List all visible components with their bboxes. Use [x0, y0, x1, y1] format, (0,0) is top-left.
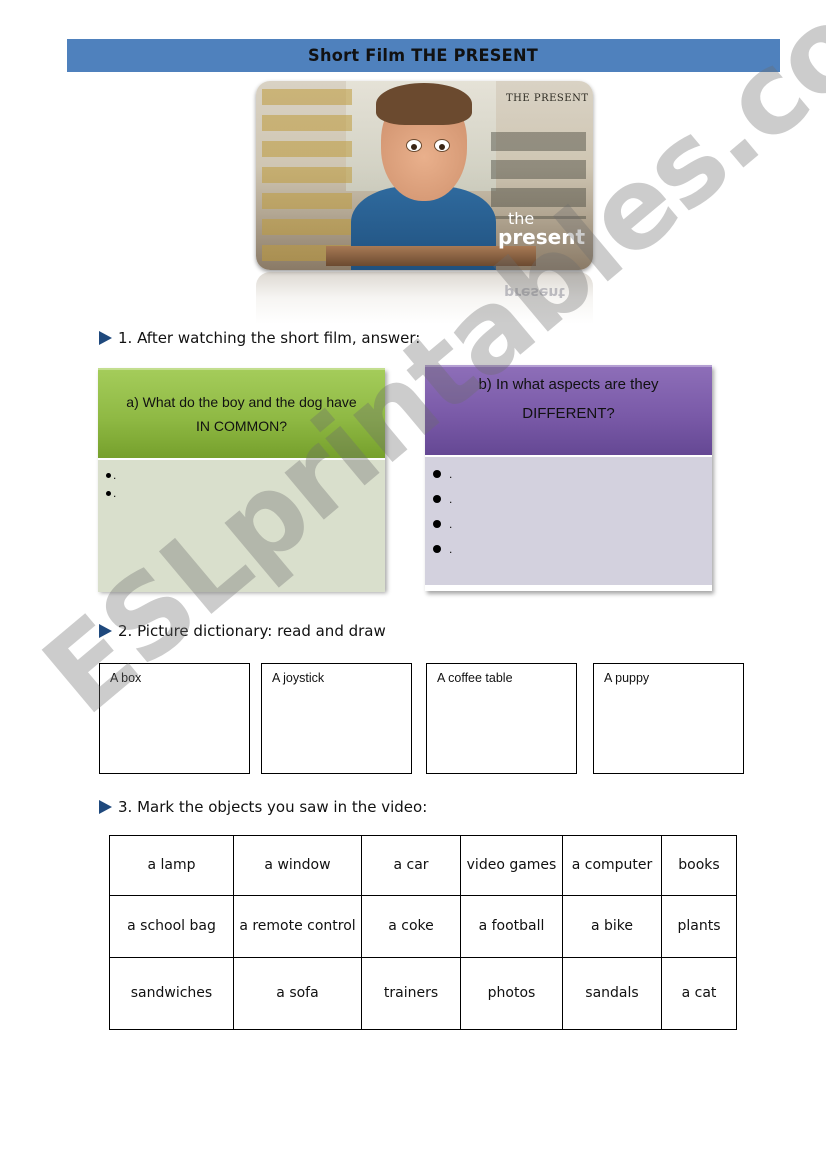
box-on-table — [326, 246, 536, 266]
question-a-box: a) What do the boy and the dog have IN C… — [98, 368, 385, 592]
object-cell[interactable]: a sofa — [233, 957, 362, 1030]
boy-eye-right — [434, 139, 450, 152]
section-3-heading-text: 3. Mark the objects you saw in the video… — [118, 798, 428, 816]
object-cell[interactable]: sandwiches — [109, 957, 234, 1030]
question-a-header: a) What do the boy and the dog have IN C… — [98, 368, 385, 458]
draw-box-label: A box — [110, 671, 142, 685]
answer-bullet[interactable]: . — [433, 461, 712, 486]
object-cell[interactable]: a football — [460, 895, 563, 958]
answer-bullet[interactable]: . — [433, 536, 712, 561]
answer-bullet[interactable]: . — [433, 486, 712, 511]
object-cell[interactable]: a computer — [562, 835, 662, 896]
draw-box-box[interactable]: A box — [99, 663, 250, 774]
question-a-line2: IN COMMON? — [196, 418, 287, 434]
bullet-dot-icon — [106, 472, 111, 478]
section-3-heading: 3. Mark the objects you saw in the video… — [99, 798, 427, 816]
question-b-box: b) In what aspects are they DIFFERENT? .… — [425, 365, 712, 591]
draw-box-coffee-table[interactable]: A coffee table — [426, 663, 577, 774]
bullet-dot-icon — [433, 494, 441, 503]
bullet-text: . — [449, 466, 453, 481]
object-cell[interactable]: trainers — [361, 957, 461, 1030]
arrow-bullet-icon — [99, 624, 112, 638]
section-2-heading-text: 2. Picture dictionary: read and draw — [118, 622, 386, 640]
poster-logo: the present — [498, 211, 586, 249]
object-cell[interactable]: plants — [661, 895, 737, 958]
question-b-header: b) In what aspects are they DIFFERENT? — [425, 365, 712, 455]
draw-box-label: A coffee table — [437, 671, 513, 685]
bullet-text: . — [449, 541, 453, 556]
arrow-bullet-icon — [99, 800, 112, 814]
question-b-line1: b) In what aspects are they — [478, 376, 659, 393]
question-a-answer-area[interactable]: . . — [98, 460, 385, 592]
poster-logo-present: present — [498, 225, 586, 249]
title-bar: Short Film THE PRESENT — [67, 39, 780, 72]
section-2-heading: 2. Picture dictionary: read and draw — [99, 622, 386, 640]
object-cell[interactable]: a lamp — [109, 835, 234, 896]
section-1-heading-text: 1. After watching the short film, answer… — [118, 329, 421, 347]
reflection-text: present — [504, 284, 565, 300]
table-row: a lamp a window a car video games a computer… — [109, 835, 737, 896]
laurels-left-icon — [262, 85, 352, 265]
draw-box-label: A joystick — [272, 671, 325, 685]
table-row: a school bag a remote control a coke a foot… — [109, 895, 737, 958]
object-cell[interactable]: a remote control — [233, 895, 362, 958]
object-cell[interactable]: video games — [460, 835, 563, 896]
question-a-line1: a) What do the boy and the dog have — [126, 394, 357, 410]
question-b-line2: DIFFERENT? — [522, 405, 615, 422]
object-cell[interactable]: books — [661, 835, 737, 896]
object-cell[interactable]: a bike — [562, 895, 662, 958]
object-cell[interactable]: a school bag — [109, 895, 234, 958]
boy-hair — [376, 83, 472, 125]
object-cell[interactable]: a window — [233, 835, 362, 896]
question-b-answer-area[interactable]: . . . . — [425, 457, 712, 585]
answer-bullet[interactable]: . — [106, 466, 385, 484]
section-1-heading: 1. After watching the short film, answer… — [99, 329, 420, 347]
bullet-text: . — [113, 486, 117, 500]
bullet-dot-icon — [433, 519, 441, 528]
bullet-dot-icon — [433, 469, 441, 478]
arrow-bullet-icon — [99, 331, 112, 345]
bullet-dot-icon — [106, 490, 111, 496]
table-row: sandwiches a sofa trainers photos sandals a c… — [109, 957, 737, 1030]
poster-reflection: present — [256, 272, 593, 324]
boy-eye-left — [406, 139, 422, 152]
bullet-text: . — [449, 491, 453, 506]
film-poster-image: THE PRESENT the present — [256, 81, 593, 270]
laurels-right-icon — [491, 129, 586, 219]
draw-box-joystick[interactable]: A joystick — [261, 663, 412, 774]
object-cell[interactable]: sandals — [562, 957, 662, 1030]
draw-box-puppy[interactable]: A puppy — [593, 663, 744, 774]
objects-table: a lamp a window a car video games a computer… — [109, 835, 737, 1030]
page-title: Short Film THE PRESENT — [308, 45, 539, 66]
object-cell[interactable]: photos — [460, 957, 563, 1030]
poster-caption-title: THE PRESENT — [506, 93, 589, 104]
bullet-text: . — [449, 516, 453, 531]
draw-box-label: A puppy — [604, 671, 650, 685]
answer-bullet[interactable]: . — [106, 484, 385, 502]
object-cell[interactable]: a coke — [361, 895, 461, 958]
object-cell[interactable]: a cat — [661, 957, 737, 1030]
answer-bullet[interactable]: . — [433, 511, 712, 536]
object-cell[interactable]: a car — [361, 835, 461, 896]
bullet-dot-icon — [433, 544, 441, 553]
bullet-text: . — [113, 468, 117, 482]
